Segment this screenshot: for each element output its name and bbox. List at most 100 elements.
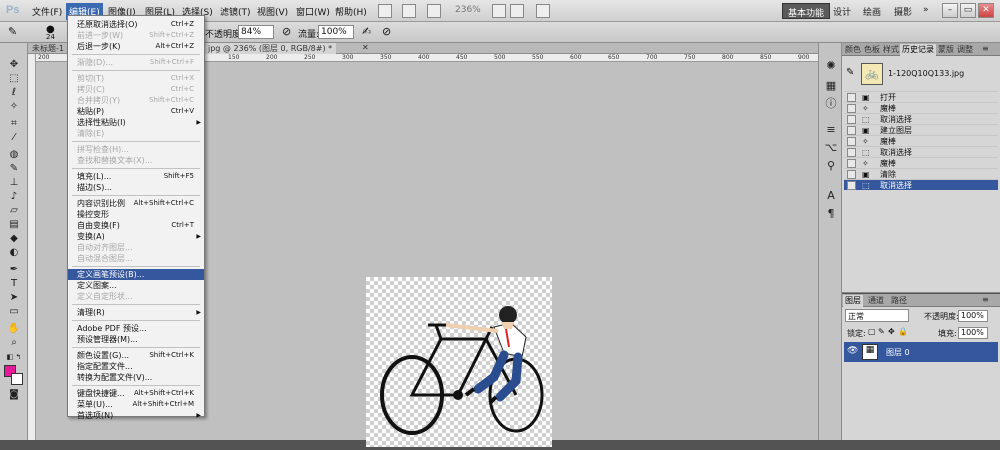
lock-transparency-icon[interactable]: ▢ — [868, 327, 876, 336]
edit-menu-item[interactable]: 操控变形 — [68, 209, 204, 220]
history-brush-source-checkbox[interactable] — [847, 104, 856, 113]
lock-pixels-icon[interactable]: ✎ — [878, 327, 885, 336]
tablet-pressure-icon[interactable]: ⊘ — [282, 25, 291, 38]
document-tab-active[interactable]: jpg @ 236% (图层 0, RGB/8#) * — [204, 43, 337, 54]
tab-history[interactable]: 历史记录 — [900, 44, 936, 56]
menu-help[interactable]: 帮助(H) — [333, 5, 369, 18]
hand-icon[interactable] — [492, 4, 506, 18]
type-tool-icon[interactable]: T — [6, 278, 22, 290]
close-tab-icon[interactable]: ✕ — [358, 43, 373, 54]
history-step[interactable]: ⬚ 取消选择 — [844, 113, 998, 124]
brush-tool-icon[interactable]: ✎ — [6, 163, 22, 175]
workspace-more[interactable]: » — [918, 3, 934, 19]
edit-menu-item[interactable]: 菜单(U)... Alt+Shift+Ctrl+M — [68, 399, 204, 410]
history-brush-source-checkbox[interactable] — [847, 115, 856, 124]
history-step[interactable]: ⬚ 取消选择 — [844, 179, 998, 190]
magic-wand-tool-icon[interactable]: ✧ — [6, 101, 22, 113]
menu-file[interactable]: 文件(F) — [30, 5, 64, 18]
lock-all-icon[interactable]: 🔒 — [898, 327, 908, 336]
bridge-icon[interactable] — [378, 4, 392, 18]
history-brush-source-checkbox[interactable] — [847, 148, 856, 157]
move-tool-icon[interactable]: ✥ — [6, 59, 22, 71]
healing-brush-tool-icon[interactable]: ◍ — [6, 149, 22, 161]
paragraph-panel-icon[interactable]: ¶ — [824, 207, 838, 221]
quick-mask-icon[interactable]: ◙ — [6, 389, 22, 401]
info-panel-icon[interactable]: ⓘ — [824, 97, 838, 111]
clone-stamp-tool-icon[interactable]: ⊥ — [6, 177, 22, 189]
edit-menu-item[interactable]: 清理(R) ▶ — [68, 307, 204, 318]
workspace-painting[interactable]: 绘画 — [858, 3, 886, 19]
tab-channels[interactable]: 通道 — [866, 295, 886, 307]
edit-menu-item[interactable]: 首选项(N) ▶ — [68, 410, 204, 421]
tablet-size-icon[interactable]: ⊘ — [382, 25, 391, 38]
edit-menu-item[interactable]: 还原取消选择(O) Ctrl+Z — [68, 19, 204, 30]
workspace-photography[interactable]: 摄影 — [889, 3, 917, 19]
history-brush-source-checkbox[interactable] — [847, 137, 856, 146]
path-selection-tool-icon[interactable]: ➤ — [6, 292, 22, 304]
layer-row[interactable]: 👁 ▦ 图层 0 — [844, 342, 998, 362]
opacity-input[interactable]: 84% — [238, 25, 274, 39]
flow-input[interactable]: 100% — [318, 25, 354, 39]
zoom-tool-icon[interactable]: ⌕ — [6, 337, 22, 349]
edit-menu-item[interactable]: 内容识别比例 Alt+Shift+Ctrl+C — [68, 198, 204, 209]
color-panel-icon[interactable]: ✺ — [824, 59, 838, 73]
edit-menu-item[interactable]: 颜色设置(G)... Shift+Ctrl+K — [68, 350, 204, 361]
character-panel-icon[interactable]: A — [824, 189, 838, 203]
panel-menu-icon[interactable]: ≡ — [980, 44, 991, 56]
history-brush-source-checkbox[interactable] — [847, 126, 856, 135]
menu-filter[interactable]: 滤镜(T) — [218, 5, 253, 18]
history-step[interactable]: ✧ 魔棒 — [844, 135, 998, 146]
edit-menu-item[interactable]: 描边(S)... — [68, 182, 204, 193]
dodge-tool-icon[interactable]: ◐ — [6, 247, 22, 259]
history-step[interactable]: ⬚ 取消选择 — [844, 146, 998, 157]
close-icon[interactable]: ✕ — [978, 3, 994, 18]
edit-menu-item[interactable]: 选择性粘贴(I) ▶ — [68, 117, 204, 128]
layer-opacity-input[interactable]: 100% — [958, 310, 988, 322]
restore-icon[interactable]: ▭ — [960, 3, 976, 18]
history-brush-source-checkbox[interactable] — [847, 159, 856, 168]
edit-menu-item[interactable]: 填充(L)... Shift+F5 — [68, 171, 204, 182]
edit-menu-item[interactable]: 预设管理器(M)... — [68, 334, 204, 345]
edit-menu-item[interactable]: 定义画笔预设(B)... — [68, 269, 204, 280]
arrange-documents-icon[interactable] — [536, 4, 550, 18]
background-color-swatch[interactable] — [11, 373, 23, 385]
eraser-tool-icon[interactable]: ▱ — [6, 205, 22, 217]
edit-menu-item[interactable]: 变换(A) ▶ — [68, 231, 204, 242]
history-step[interactable]: ▣ 打开 — [844, 91, 998, 102]
marquee-tool-icon[interactable]: ⬚ — [6, 73, 22, 85]
extras-icon[interactable] — [427, 4, 441, 18]
tab-paths[interactable]: 路径 — [889, 295, 909, 307]
history-step[interactable]: ▣ 建立图层 — [844, 124, 998, 135]
blend-mode-select[interactable]: 正常 — [845, 309, 909, 322]
menu-window[interactable]: 窗口(W) — [294, 5, 332, 18]
history-step[interactable]: ✧ 魔棒 — [844, 102, 998, 113]
lock-position-icon[interactable]: ✥ — [888, 327, 895, 336]
gradient-tool-icon[interactable]: ▤ — [6, 219, 22, 231]
edit-menu-item[interactable]: 自由变换(F) Ctrl+T — [68, 220, 204, 231]
brushes-panel-icon[interactable]: ≡ — [824, 123, 838, 137]
crop-tool-icon[interactable]: ⌗ — [6, 118, 22, 130]
history-step[interactable]: ▣ 清除 — [844, 168, 998, 179]
edit-menu-item[interactable]: 键盘快捷键... Alt+Shift+Ctrl+K — [68, 388, 204, 399]
zoom-level[interactable]: 236% — [455, 5, 481, 15]
hand-tool-icon[interactable]: ✋ — [6, 323, 22, 335]
shape-tool-icon[interactable]: ▭ — [6, 306, 22, 318]
edit-menu-item[interactable]: 指定配置文件... — [68, 361, 204, 372]
minimize-icon[interactable]: – — [942, 3, 958, 18]
edit-menu-item[interactable]: 转换为配置文件(V)... — [68, 372, 204, 383]
fill-input[interactable]: 100% — [958, 327, 988, 339]
workspace-design[interactable]: 设计 — [828, 3, 856, 19]
airbrush-icon[interactable]: ✍ — [362, 25, 371, 38]
history-brush-source-checkbox[interactable] — [847, 181, 856, 190]
tab-swatches[interactable]: 色板 — [862, 44, 882, 56]
minibridge-icon[interactable] — [402, 4, 416, 18]
history-brush-tool-icon[interactable]: ♪ — [6, 191, 22, 203]
eyedropper-tool-icon[interactable]: ⁄ — [6, 132, 22, 144]
edit-menu-item[interactable]: Adobe PDF 预设... — [68, 323, 204, 334]
history-brush-source-checkbox[interactable] — [847, 93, 856, 102]
lasso-tool-icon[interactable]: ℓ — [6, 87, 22, 99]
history-snapshot[interactable]: ✎ 🚲 1-120Q10Q133.jpg — [846, 61, 998, 89]
layer-name[interactable]: 图层 0 — [886, 347, 910, 358]
tab-masks[interactable]: 蒙版 — [936, 44, 956, 56]
default-colors-icon[interactable]: ◧ ↰ — [6, 351, 22, 363]
